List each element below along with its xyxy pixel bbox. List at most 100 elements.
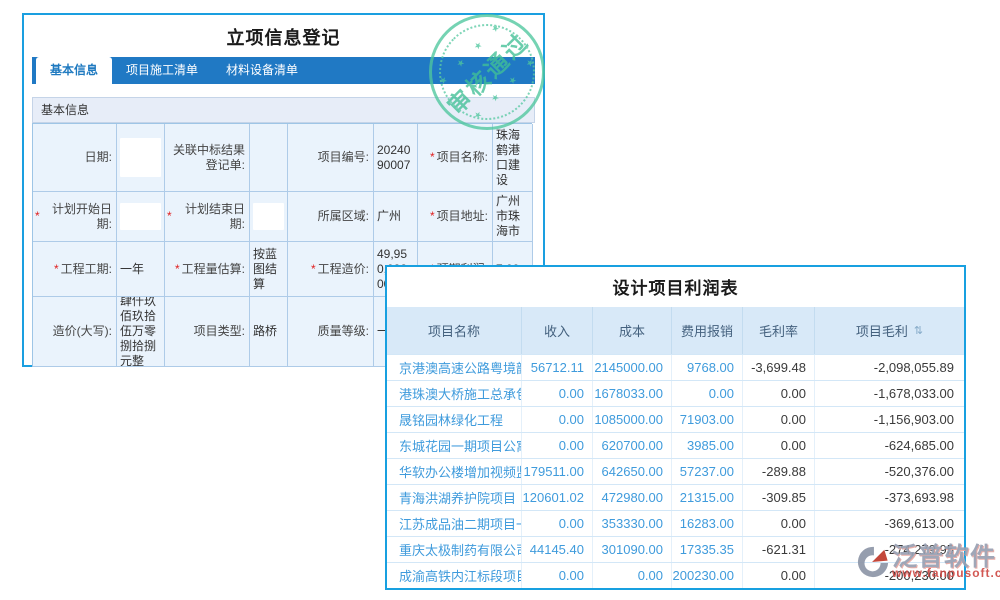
date-input[interactable] [253, 203, 284, 231]
form-field-label: 所属区域: [288, 192, 374, 242]
form-field-label: *项目名称: [418, 124, 493, 192]
project-name-link[interactable]: 江苏成品油二期项目一标段 [387, 511, 522, 536]
profit-cell-4: 0.00 [743, 407, 815, 432]
form-field-label: *计划开始日期: [33, 192, 117, 242]
vendor-url-text: www.fanpusoft.com [892, 566, 1000, 580]
profit-cell-3: 200230.00 [672, 563, 743, 588]
column-header-5[interactable]: 项目毛利⇅ [815, 307, 964, 354]
profit-row: 晟铭园林绿化工程0.001085000.0071903.000.00-1,156… [387, 406, 964, 432]
profit-cell-1: 179511.00 [522, 459, 593, 484]
required-mark: * [430, 150, 435, 165]
form-field-value: 按蓝图结算 [250, 242, 288, 297]
project-name-link[interactable]: 港珠澳大桥施工总承包项目 [387, 381, 522, 406]
sort-icon[interactable]: ⇅ [914, 324, 923, 337]
profit-cell-5: -624,685.00 [815, 433, 964, 458]
profit-cell-1: 0.00 [522, 407, 593, 432]
profit-cell-3: 17335.35 [672, 537, 743, 562]
profit-cell-4: -289.88 [743, 459, 815, 484]
profit-cell-2: 620700.00 [593, 433, 672, 458]
profit-cell-2: 642650.00 [593, 459, 672, 484]
column-header-0: 项目名称 [387, 307, 522, 354]
stamp-stars-top: ★ ★ ★ ★ [433, 18, 507, 92]
required-mark: * [311, 262, 316, 277]
profit-cell-3: 9768.00 [672, 355, 743, 380]
form-field-value: 广州 [374, 192, 418, 242]
profit-cell-4: -309.85 [743, 485, 815, 510]
profit-cell-3: 57237.00 [672, 459, 743, 484]
profit-cell-5: -1,678,033.00 [815, 381, 964, 406]
form-field-label: *计划结束日期: [165, 192, 250, 242]
form-tab-2[interactable]: 材料设备清单 [212, 57, 312, 84]
profit-cell-5: -373,693.98 [815, 485, 964, 510]
form-field-value: 珠海鹤港口建设 [493, 124, 533, 192]
profit-row: 青海洪湖养护院项目120601.02472980.0021315.00-309.… [387, 484, 964, 510]
project-name-link[interactable]: 华软办公楼增加视频监控项 [387, 459, 522, 484]
project-name-link[interactable]: 晟铭园林绿化工程 [387, 407, 522, 432]
profit-cell-4: 0.00 [743, 511, 815, 536]
profit-cell-3: 71903.00 [672, 407, 743, 432]
project-name-link[interactable]: 青海洪湖养护院项目 [387, 485, 522, 510]
required-mark: * [35, 209, 40, 224]
profit-cell-1: 44145.40 [522, 537, 593, 562]
profit-cell-5: -2,098,055.89 [815, 355, 964, 380]
profit-row: 江苏成品油二期项目一标段0.00353330.0016283.000.00-36… [387, 510, 964, 536]
profit-cell-2: 353330.00 [593, 511, 672, 536]
profit-cell-4: 0.00 [743, 433, 815, 458]
profit-cell-5: -369,613.00 [815, 511, 964, 536]
date-input[interactable] [120, 138, 161, 177]
date-input[interactable] [120, 203, 161, 231]
profit-cell-2: 0.00 [593, 563, 672, 588]
form-tab-1[interactable]: 项目施工清单 [112, 57, 212, 84]
profit-row: 京港澳高速公路粤境韶关至56712.112145000.009768.00-3,… [387, 354, 964, 380]
form-field-value: 肆仟玖佰玖拾伍万零捌拾捌元整 [117, 297, 165, 367]
column-header-4: 毛利率 [743, 307, 815, 354]
approval-stamp: ★ ★ ★ ★ 审核通过 ★ ★ ★ ★ [429, 14, 545, 130]
column-header-2: 成本 [593, 307, 672, 354]
form-field-label: *工程工期: [33, 242, 117, 297]
form-field-label: 造价(大写): [33, 297, 117, 367]
required-mark: * [430, 209, 435, 224]
form-field-label: *工程造价: [288, 242, 374, 297]
profit-cell-3: 16283.00 [672, 511, 743, 536]
stamp-stars-bottom: ★ ★ ★ ★ [467, 52, 541, 126]
form-field-value: 一年 [117, 242, 165, 297]
required-mark: * [175, 262, 180, 277]
required-mark: * [54, 262, 59, 277]
form-field-label: 项目类型: [165, 297, 250, 367]
project-name-link[interactable]: 成渝高铁内江标段项目 [387, 563, 522, 588]
form-field-label: 质量等级: [288, 297, 374, 367]
form-field-label: 日期: [33, 124, 117, 192]
profit-cell-2: 301090.00 [593, 537, 672, 562]
profit-cell-2: 472980.00 [593, 485, 672, 510]
form-field-label: *工程量估算: [165, 242, 250, 297]
stamp-text: 审核通过 [438, 23, 536, 121]
project-name-link[interactable]: 东城花园一期项目公寓大堂 [387, 433, 522, 458]
profit-cell-4: 0.00 [743, 381, 815, 406]
column-header-1: 收入 [522, 307, 593, 354]
form-field-value [250, 124, 288, 192]
profit-table-title: 设计项目利润表 [387, 267, 964, 307]
form-tab-0[interactable]: 基本信息 [36, 57, 112, 84]
profit-cell-2: 1678033.00 [593, 381, 672, 406]
profit-cell-1: 0.00 [522, 511, 593, 536]
profit-header-row: 项目名称收入成本费用报销毛利率项目毛利⇅ [387, 307, 964, 354]
profit-cell-1: 0.00 [522, 563, 593, 588]
form-field-label: 关联中标结果登记单: [165, 124, 250, 192]
fanpu-logo-icon [856, 545, 890, 579]
form-field-value: 广州市珠海市 [493, 192, 533, 242]
column-header-3: 费用报销 [672, 307, 743, 354]
profit-cell-3: 0.00 [672, 381, 743, 406]
profit-cell-4: 0.00 [743, 563, 815, 588]
project-name-link[interactable]: 重庆太极制药有限公司亳州 [387, 537, 522, 562]
profit-cell-3: 3985.00 [672, 433, 743, 458]
profit-row: 华软办公楼增加视频监控项179511.00642650.0057237.00-2… [387, 458, 964, 484]
desktop-stage: 立项信息登记 基本信息项目施工清单材料设备清单 基本信息 日期:关联中标结果登记… [0, 0, 1000, 600]
form-field-value: 2024090007 [374, 124, 418, 192]
form-field-value [117, 124, 165, 192]
profit-cell-1: 0.00 [522, 433, 593, 458]
profit-cell-2: 1085000.00 [593, 407, 672, 432]
project-name-link[interactable]: 京港澳高速公路粤境韶关至 [387, 355, 522, 380]
form-field-value: 路桥 [250, 297, 288, 367]
vendor-watermark: 泛普软件 www.fanpusoft.com [856, 544, 1000, 580]
profit-cell-5: -1,156,903.00 [815, 407, 964, 432]
